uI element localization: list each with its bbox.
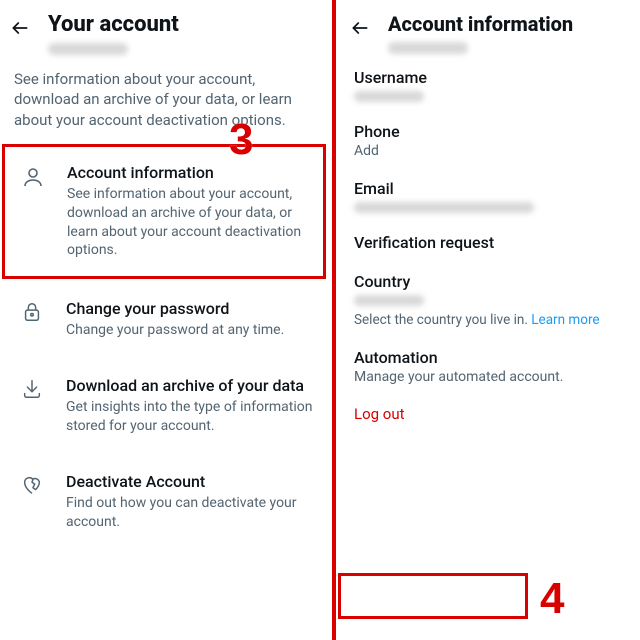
email-value-blurred <box>354 202 534 213</box>
section-label: Phone <box>354 122 626 141</box>
section-label: Automation <box>354 348 626 367</box>
section-label: Username <box>354 68 626 87</box>
broken-heart-icon <box>18 472 46 496</box>
header: Account information <box>340 0 640 54</box>
header: Your account <box>0 0 332 55</box>
handle-blurred <box>48 43 128 55</box>
item-title: Change your password <box>66 299 318 318</box>
person-icon <box>19 163 47 189</box>
username-value-blurred <box>354 91 424 102</box>
item-desc: Get insights into the type of informatio… <box>66 398 318 436</box>
country-hint: Select the country you live in. Learn mo… <box>354 312 626 328</box>
section-label: Country <box>354 272 626 291</box>
lock-icon <box>18 299 46 323</box>
phone-value: Add <box>354 143 626 159</box>
item-title: Deactivate Account <box>66 472 318 491</box>
page-title: Your account <box>48 12 322 37</box>
back-arrow-icon[interactable] <box>10 12 30 38</box>
country-value-blurred <box>354 295 424 306</box>
learn-more-link[interactable]: Learn more <box>531 312 599 328</box>
download-archive-item[interactable]: Download an archive of your data Get ins… <box>0 358 332 454</box>
account-information-screen: Account information Username Phone Add E… <box>336 0 640 640</box>
your-account-screen: Your account See information about your … <box>0 0 332 640</box>
verification-section[interactable]: Verification request <box>340 219 640 258</box>
item-title: Download an archive of your data <box>66 376 318 395</box>
section-label: Email <box>354 179 626 198</box>
change-password-item[interactable]: Change your password Change your passwor… <box>0 281 332 358</box>
item-desc: Find out how you can deactivate your acc… <box>66 494 318 532</box>
section-label: Verification request <box>354 233 626 252</box>
item-desc: See information about your account, down… <box>67 185 313 261</box>
log-out-button[interactable]: Log out <box>340 391 640 437</box>
page-subtext: See information about your account, down… <box>0 55 332 138</box>
automation-hint: Manage your automated account. <box>354 369 626 385</box>
item-desc: Change your password at any time. <box>66 321 318 340</box>
automation-section[interactable]: Automation Manage your automated account… <box>340 334 640 391</box>
back-arrow-icon[interactable] <box>350 12 370 38</box>
settings-list: Account information See information abou… <box>0 138 332 550</box>
account-information-item[interactable]: Account information See information abou… <box>2 144 326 280</box>
page-title: Account information <box>388 12 630 36</box>
handle-blurred <box>388 42 468 54</box>
country-section[interactable]: Country Select the country you live in. … <box>340 258 640 334</box>
download-icon <box>18 376 46 400</box>
username-section[interactable]: Username <box>340 54 640 108</box>
item-title: Account information <box>67 163 313 182</box>
deactivate-account-item[interactable]: Deactivate Account Find out how you can … <box>0 454 332 550</box>
email-section[interactable]: Email <box>340 165 640 219</box>
phone-section[interactable]: Phone Add <box>340 108 640 165</box>
